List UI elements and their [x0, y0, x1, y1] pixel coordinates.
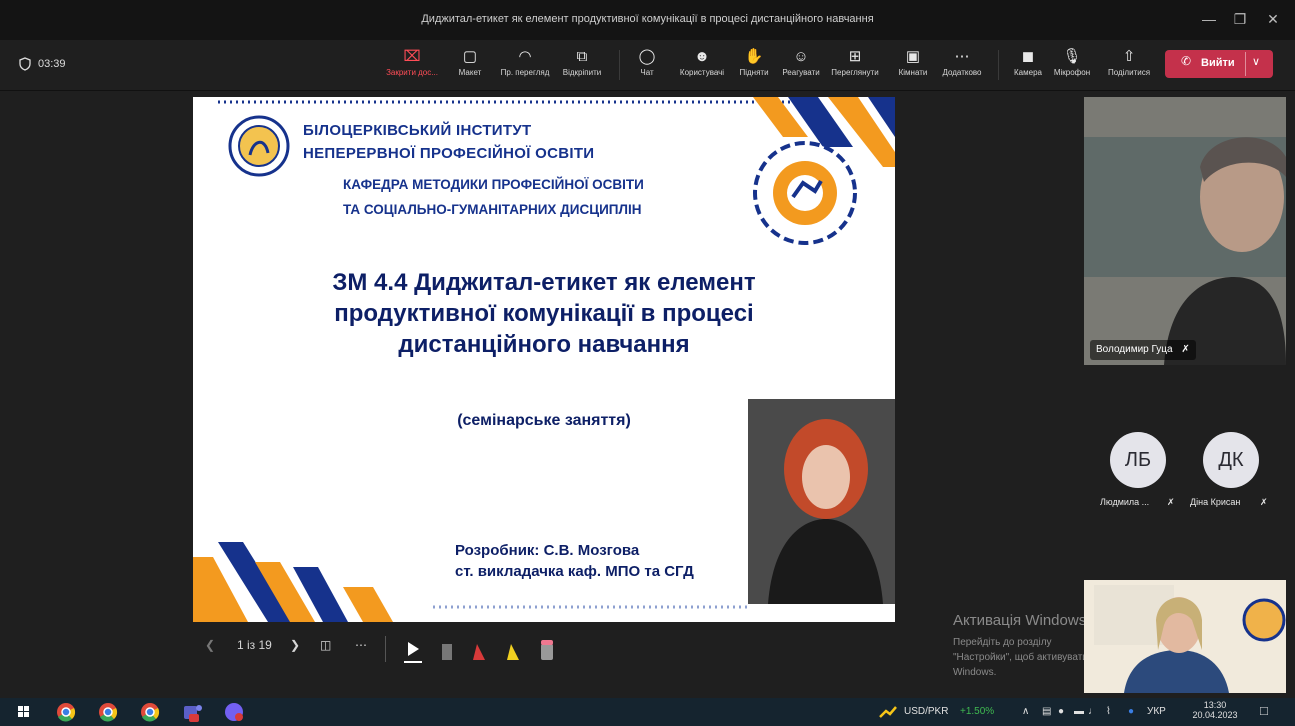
- portrait-image: [748, 399, 895, 604]
- people-button[interactable]: ☻ Користувачі: [672, 46, 732, 86]
- institute-name-line2: НЕПЕРЕРВНОЇ ПРОФЕСІЙНОЇ ОСВІТИ: [303, 145, 595, 162]
- next-slide-button[interactable]: ❯: [290, 638, 300, 652]
- department-gear-logo-icon: [753, 141, 857, 245]
- camera-icon: ◼: [1021, 48, 1035, 65]
- author-name: Розробник: С.В. Мозгова: [455, 542, 640, 559]
- slide-more-icon[interactable]: ⋯: [355, 638, 367, 652]
- tray-mic-icon[interactable]: ●: [1058, 706, 1064, 717]
- stock-ticker-icon: [879, 706, 897, 718]
- more-icon: ⋯: [954, 48, 970, 65]
- unpin-button[interactable]: ⧉ Відкріпити: [556, 46, 608, 86]
- microphone-icon: 🎙: [1062, 48, 1082, 65]
- author-photo: [748, 399, 895, 604]
- chat-icon: ◯: [638, 48, 656, 65]
- clock[interactable]: 13:30 20.04.2023: [1190, 700, 1240, 720]
- department-line2: ТА СОЦІАЛЬНО-ГУМАНІТАРНИХ ДИСЦИПЛІН: [343, 202, 642, 217]
- react-button[interactable]: ☺ Реагувати: [778, 46, 824, 86]
- tray-chevron-up-icon[interactable]: ∧: [1022, 706, 1029, 717]
- stop-sharing-button[interactable]: ⌧ Закрити дос...: [381, 46, 443, 86]
- meeting-timer: 03:39: [38, 58, 66, 70]
- viber-icon[interactable]: [222, 700, 246, 724]
- shared-slide: БІЛОЦЕРКІВСЬКИЙ ІНСТИТУТ НЕПЕРЕРВНОЇ ПРО…: [193, 97, 895, 622]
- maximize-button[interactable]: ❐: [1228, 8, 1252, 30]
- rooms-button[interactable]: ▣ Кімнати: [893, 46, 933, 86]
- participant-name: Людмила ...: [1100, 497, 1150, 507]
- popout-icon: ⧉: [576, 48, 588, 65]
- minimize-button[interactable]: —: [1197, 8, 1221, 30]
- tray-app-icon[interactable]: ▤: [1042, 706, 1051, 717]
- chrome-icon[interactable]: [96, 700, 120, 724]
- share-button[interactable]: ⇧ Поділитися: [1103, 46, 1155, 86]
- stock-ticker-label[interactable]: USD/PKR: [904, 706, 948, 717]
- prev-slide-button[interactable]: ❮: [205, 638, 215, 652]
- video-name-tag: Володимир Гуца ✗: [1090, 340, 1196, 360]
- chat-button[interactable]: ◯ Чат: [632, 46, 662, 86]
- stop-share-icon: ⌧: [403, 48, 421, 65]
- participant-name: Діна Крисан: [1190, 497, 1241, 507]
- people-icon: ☻: [694, 48, 710, 65]
- participant-avatar[interactable]: ДК: [1203, 432, 1259, 488]
- bluetooth-icon[interactable]: ●: [1128, 706, 1134, 717]
- share-icon: ⇧: [1122, 48, 1136, 65]
- chevron-down-icon[interactable]: ∨: [1252, 55, 1260, 68]
- author-position: ст. викладачка каф. МПО та СГД: [455, 563, 694, 580]
- view-button[interactable]: ⊞ Переглянути: [825, 46, 885, 86]
- mic-button[interactable]: 🎙 Мікрофон: [1045, 46, 1099, 86]
- participant-avatar[interactable]: ЛБ: [1110, 432, 1166, 488]
- close-button[interactable]: ✕: [1261, 8, 1285, 30]
- more-button[interactable]: ⋯ Додатково: [937, 46, 987, 86]
- highlighter-button[interactable]: [502, 636, 526, 664]
- hand-icon: ✋: [744, 48, 764, 65]
- windows-start-icon[interactable]: [12, 700, 36, 724]
- windows-activation-title: Активація Windows: [953, 612, 1087, 629]
- pen-tool-button[interactable]: [436, 636, 460, 664]
- mic-off-icon: ✗: [1167, 497, 1175, 507]
- chrome-icon[interactable]: [138, 700, 162, 724]
- slide-grid-icon[interactable]: ◫: [320, 638, 331, 652]
- leave-label: Вийти: [1201, 57, 1235, 69]
- window-title: Диджитал-етикет як елемент продуктивної …: [421, 13, 874, 25]
- battery-icon[interactable]: ▬: [1074, 706, 1084, 717]
- mic-off-icon: ✗: [1260, 497, 1268, 507]
- mic-off-icon: ✗: [1181, 344, 1190, 355]
- controls-divider: [385, 636, 386, 662]
- pointer-tool-button[interactable]: [400, 636, 424, 664]
- rooms-icon: ▣: [905, 48, 921, 65]
- participant-video[interactable]: [1084, 97, 1286, 365]
- phone-hangup-icon: ✆: [1181, 54, 1192, 68]
- self-view-video[interactable]: [1084, 580, 1286, 693]
- institute-name-line1: БІЛОЦЕРКІВСЬКИЙ ІНСТИТУТ: [303, 122, 532, 139]
- institute-logo-icon: [228, 115, 290, 177]
- raise-hand-button[interactable]: ✋ Підняти: [734, 46, 774, 86]
- self-view-frame: [1084, 580, 1286, 693]
- windows-activation-text: Перейдіть до розділу "Настройки", щоб ак…: [953, 637, 1088, 678]
- teams-icon[interactable]: [180, 700, 204, 724]
- slide-title: ЗМ 4.4 Диджитал-етикет як елемент продук…: [332, 269, 756, 358]
- leave-divider: [1245, 52, 1246, 76]
- eraser-button[interactable]: [536, 636, 560, 664]
- notifications-icon[interactable]: □: [1260, 703, 1268, 718]
- red-pen-button[interactable]: [468, 636, 492, 664]
- wifi-icon[interactable]: ⌇: [1106, 706, 1111, 717]
- input-language[interactable]: УКР: [1147, 706, 1166, 717]
- toolbar-divider: [998, 50, 999, 80]
- video-frame: [1084, 97, 1286, 365]
- chrome-icon[interactable]: [54, 700, 78, 724]
- smiley-icon: ☺: [793, 48, 809, 65]
- grid-icon: ⊞: [848, 48, 862, 65]
- slide-counter: 1 із 19: [237, 638, 272, 652]
- stock-ticker-change: +1.50%: [960, 706, 995, 717]
- toolbar-divider: [619, 50, 620, 80]
- department-line1: КАФЕДРА МЕТОДИКИ ПРОФЕСІЙНОЇ ОСВІТИ: [343, 177, 644, 192]
- camera-button[interactable]: ◼ Камера: [1008, 46, 1048, 86]
- volume-icon[interactable]: ♩: [1088, 706, 1098, 717]
- shield-icon: [19, 57, 31, 71]
